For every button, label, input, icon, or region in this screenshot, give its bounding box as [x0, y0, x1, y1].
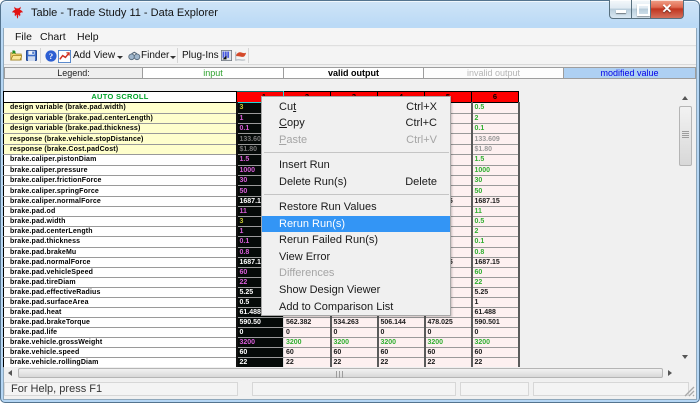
svg-text:?: ?: [49, 51, 53, 61]
